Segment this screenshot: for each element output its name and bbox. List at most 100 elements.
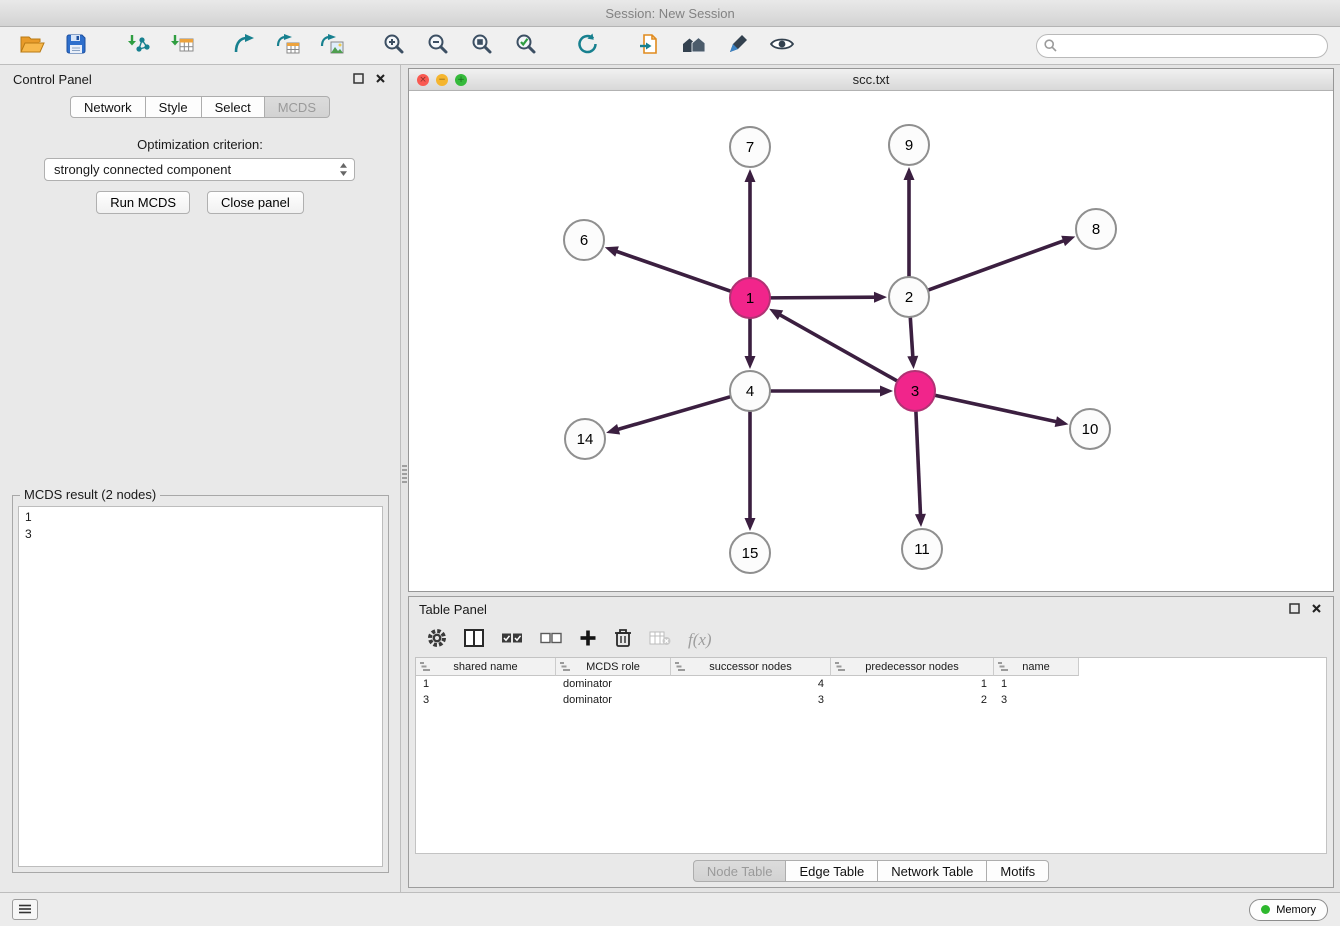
edge-arrow-icon bbox=[745, 518, 756, 531]
cell-successor-nodes: 4 bbox=[671, 676, 831, 692]
memory-button[interactable]: Memory bbox=[1249, 899, 1328, 921]
console-button[interactable] bbox=[12, 899, 38, 920]
run-mcds-button[interactable]: Run MCDS bbox=[96, 191, 190, 214]
open-session-button[interactable] bbox=[12, 30, 52, 62]
cell-shared-name: 3 bbox=[416, 692, 556, 708]
tab-node-table[interactable]: Node Table bbox=[693, 860, 787, 882]
select-all-button[interactable] bbox=[501, 632, 523, 647]
table-row[interactable]: 3dominator323 bbox=[416, 692, 1326, 708]
search-box bbox=[1036, 34, 1328, 58]
float-window-icon bbox=[1289, 602, 1300, 617]
close-table-panel-button[interactable] bbox=[1309, 603, 1323, 617]
edge-2-8[interactable] bbox=[927, 240, 1065, 290]
home-button[interactable] bbox=[674, 30, 714, 62]
export-table-icon bbox=[275, 33, 301, 58]
edge-3-10[interactable] bbox=[934, 395, 1058, 422]
cell-successor-nodes: 3 bbox=[671, 692, 831, 708]
delete-table-button[interactable] bbox=[649, 629, 671, 650]
tab-select[interactable]: Select bbox=[202, 96, 265, 118]
edge-1-6[interactable] bbox=[615, 251, 732, 292]
tab-motifs[interactable]: Motifs bbox=[987, 860, 1049, 882]
zoom-in-button[interactable] bbox=[374, 30, 414, 62]
fx-icon: f(x) bbox=[688, 630, 712, 650]
mcds-result-list[interactable]: 13 bbox=[18, 506, 383, 867]
import-table-icon bbox=[169, 33, 195, 58]
float-control-panel-button[interactable] bbox=[351, 72, 365, 86]
zoom-out-button[interactable] bbox=[418, 30, 458, 62]
deselect-all-button[interactable] bbox=[540, 632, 562, 647]
tab-style[interactable]: Style bbox=[146, 96, 202, 118]
right-area: × − + scc.txt 7968124314101511 Table Pan… bbox=[408, 65, 1340, 892]
import-table-button[interactable] bbox=[162, 30, 202, 62]
edge-3-1[interactable] bbox=[779, 314, 899, 381]
tab-network[interactable]: Network bbox=[70, 96, 146, 118]
table-settings-button[interactable] bbox=[427, 628, 447, 651]
edge-2-3[interactable] bbox=[910, 316, 913, 358]
minimize-window-button[interactable]: − bbox=[436, 74, 448, 86]
result-line: 1 bbox=[25, 509, 376, 526]
edge-3-11[interactable] bbox=[916, 410, 921, 516]
apply-layout-button[interactable] bbox=[568, 30, 608, 62]
close-window-button[interactable]: × bbox=[417, 74, 429, 86]
delete-column-button[interactable] bbox=[614, 628, 632, 651]
zoom-window-button[interactable]: + bbox=[455, 74, 467, 86]
splitter-handle-icon bbox=[402, 463, 407, 485]
control-panel-tabs: NetworkStyleSelectMCDS bbox=[0, 96, 400, 118]
search-input[interactable] bbox=[1036, 34, 1328, 58]
column-header-shared-name[interactable]: shared name bbox=[416, 658, 556, 676]
optimization-criterion-dropdown[interactable]: strongly connected component bbox=[44, 158, 355, 181]
edge-arrow-icon bbox=[907, 356, 918, 369]
network-canvas[interactable]: 7968124314101511 bbox=[409, 91, 1333, 591]
close-mcds-panel-button[interactable]: Close panel bbox=[207, 191, 304, 214]
export-table-button[interactable] bbox=[268, 30, 308, 62]
node-label: 4 bbox=[746, 383, 754, 400]
node-label: 14 bbox=[577, 431, 594, 448]
mcds-actions: Run MCDS Close panel bbox=[0, 191, 400, 214]
edge-arrow-icon bbox=[915, 514, 926, 527]
control-panel-header: Control Panel bbox=[0, 65, 400, 93]
export-network-button[interactable] bbox=[224, 30, 264, 62]
memory-status-dot bbox=[1261, 905, 1270, 914]
panel-splitter[interactable] bbox=[401, 65, 408, 892]
column-tree-icon bbox=[675, 662, 685, 674]
style-button[interactable] bbox=[718, 30, 758, 62]
import-network-button[interactable] bbox=[118, 30, 158, 62]
close-control-panel-button[interactable] bbox=[373, 72, 387, 86]
zoom-fit-button[interactable] bbox=[462, 30, 502, 62]
column-header-MCDS-role[interactable]: MCDS role bbox=[556, 658, 671, 676]
add-column-button[interactable] bbox=[579, 629, 597, 650]
mcds-result-box: MCDS result (2 nodes) 13 bbox=[12, 495, 389, 873]
window-title: Session: New Session bbox=[605, 6, 734, 21]
edge-arrow-icon bbox=[745, 356, 756, 369]
save-session-button[interactable] bbox=[56, 30, 96, 62]
network-view-button[interactable] bbox=[630, 30, 670, 62]
column-header-successor-nodes[interactable]: successor nodes bbox=[671, 658, 831, 676]
column-label: predecessor nodes bbox=[865, 661, 959, 673]
tab-network-table[interactable]: Network Table bbox=[878, 860, 987, 882]
table-row[interactable]: 1dominator411 bbox=[416, 676, 1326, 692]
show-graphics-details-button[interactable] bbox=[762, 30, 802, 62]
function-builder-button[interactable]: f(x) bbox=[688, 630, 712, 650]
edge-arrow-icon bbox=[1055, 416, 1069, 427]
edge-1-2[interactable] bbox=[769, 297, 876, 298]
cell-shared-name: 1 bbox=[416, 676, 556, 692]
mcds-result-title: MCDS result (2 nodes) bbox=[20, 487, 160, 502]
edge-4-14[interactable] bbox=[617, 396, 732, 429]
export-image-button[interactable] bbox=[312, 30, 352, 62]
column-header-predecessor-nodes[interactable]: predecessor nodes bbox=[831, 658, 994, 676]
application-window: Session: New Session Control bbox=[0, 0, 1340, 926]
close-icon bbox=[1311, 602, 1322, 617]
plus-icon bbox=[579, 629, 597, 650]
zoom-selected-button[interactable] bbox=[506, 30, 546, 62]
cell-name: 3 bbox=[994, 692, 1079, 708]
tab-edge-table[interactable]: Edge Table bbox=[786, 860, 878, 882]
column-label: MCDS role bbox=[586, 661, 640, 673]
dropdown-stepper-icon bbox=[339, 162, 348, 177]
edge-arrow-icon bbox=[605, 246, 619, 256]
column-layout-button[interactable] bbox=[464, 629, 484, 650]
column-header-name[interactable]: name bbox=[994, 658, 1079, 676]
paintbrush-icon bbox=[727, 33, 749, 58]
tab-mcds[interactable]: MCDS bbox=[265, 96, 330, 118]
edge-arrow-icon bbox=[745, 169, 756, 182]
float-table-panel-button[interactable] bbox=[1287, 603, 1301, 617]
